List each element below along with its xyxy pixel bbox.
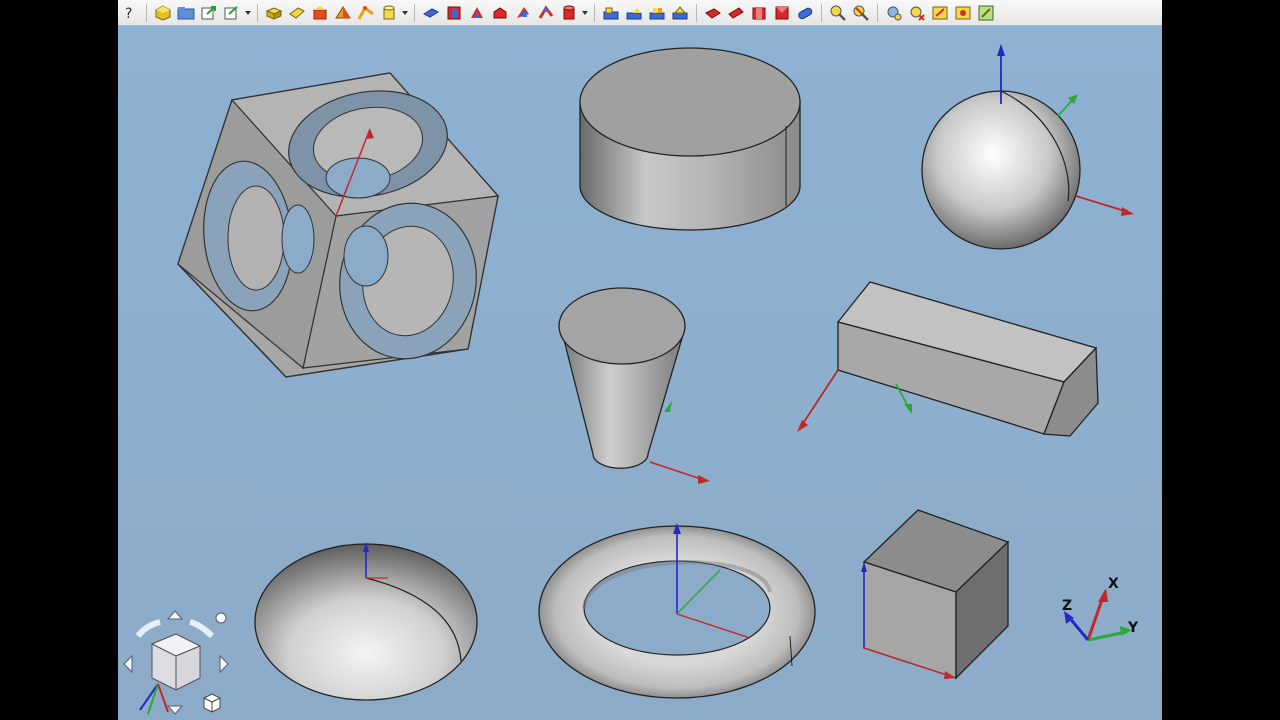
nav-arrow-right-icon[interactable] — [219, 654, 229, 674]
toolbar-separator — [877, 3, 878, 22]
fillet-icon[interactable] — [356, 3, 376, 23]
revolve-icon[interactable] — [310, 3, 330, 23]
box-shape[interactable] — [861, 509, 1010, 680]
toolbar-separator — [821, 3, 822, 22]
box-solid-icon[interactable] — [703, 3, 723, 23]
freecad-window: ? X Y Z — [118, 0, 1162, 720]
3d-scene[interactable]: X Y Z — [118, 26, 1162, 720]
sphere-shape[interactable] — [921, 44, 1134, 250]
ellipsoid-shape[interactable] — [254, 542, 478, 701]
section-icon[interactable] — [513, 3, 533, 23]
nav-rotate-left-icon[interactable] — [135, 619, 161, 638]
cube-primitive-icon[interactable] — [264, 3, 284, 23]
export-icon[interactable] — [199, 3, 219, 23]
measure-linear-icon[interactable] — [828, 3, 848, 23]
nav-arrow-left-icon[interactable] — [123, 654, 133, 674]
axis-x-label: X — [1108, 576, 1119, 592]
nav-home-cube-icon[interactable] — [203, 693, 221, 713]
help-whatsthis-icon[interactable]: ? — [120, 3, 140, 23]
measure-angular-icon[interactable] — [851, 3, 871, 23]
chamfer-icon[interactable] — [601, 3, 621, 23]
check-geometry-icon[interactable] — [907, 3, 927, 23]
toolbar-separator — [257, 3, 258, 22]
toolbar-separator — [146, 3, 147, 22]
cut-cube-shape[interactable] — [177, 72, 500, 378]
toolbar-separator — [696, 3, 697, 22]
make-face-icon[interactable] — [670, 3, 690, 23]
torus-shape[interactable] — [538, 523, 816, 699]
axis-indicator: X Y Z — [1062, 576, 1139, 642]
prism-shape[interactable] — [797, 281, 1099, 437]
cylinder-shape[interactable] — [579, 47, 801, 231]
macro-icon[interactable] — [222, 3, 242, 23]
cross-section-icon[interactable] — [536, 3, 556, 23]
sketch-icon[interactable] — [976, 3, 996, 23]
boolean-icon[interactable] — [421, 3, 441, 23]
loft-icon[interactable] — [795, 3, 815, 23]
cone-shape[interactable] — [558, 287, 710, 484]
toggle-measure-icon[interactable] — [953, 3, 973, 23]
part-design-icon[interactable] — [153, 3, 173, 23]
chevron-down-icon[interactable] — [402, 3, 408, 23]
nav-arrow-up-icon[interactable] — [166, 610, 184, 620]
svg-text:?: ? — [125, 6, 132, 22]
sweep-icon[interactable] — [772, 3, 792, 23]
chevron-down-icon[interactable] — [582, 3, 588, 23]
navigation-cube[interactable] — [118, 606, 236, 720]
wedge-icon[interactable] — [726, 3, 746, 23]
cylinder-primitive-icon[interactable] — [379, 3, 399, 23]
clear-measure-icon[interactable] — [930, 3, 950, 23]
pipe-icon[interactable] — [559, 3, 579, 23]
fuse-icon[interactable] — [467, 3, 487, 23]
chevron-down-icon[interactable] — [245, 3, 251, 23]
toolbar-separator — [414, 3, 415, 22]
nav-arrow-down-icon[interactable] — [166, 705, 184, 715]
nav-menu-icon[interactable] — [215, 612, 227, 624]
axis-y-label: Y — [1127, 620, 1139, 636]
main-toolbar: ? — [118, 0, 1162, 26]
thickness-icon[interactable] — [647, 3, 667, 23]
common-icon[interactable] — [490, 3, 510, 23]
mirror-icon[interactable] — [333, 3, 353, 23]
3d-viewport[interactable]: X Y Z — [118, 26, 1162, 720]
nav-rotate-right-icon[interactable] — [189, 619, 215, 639]
axis-z-label: Z — [1062, 598, 1072, 614]
prism-icon[interactable] — [749, 3, 769, 23]
open-folder-icon[interactable] — [176, 3, 196, 23]
cut-icon[interactable] — [444, 3, 464, 23]
nav-cube-body[interactable] — [150, 633, 202, 691]
extrude-icon[interactable] — [287, 3, 307, 23]
offset-icon[interactable] — [624, 3, 644, 23]
refine-icon[interactable] — [884, 3, 904, 23]
toolbar-separator — [594, 3, 595, 22]
